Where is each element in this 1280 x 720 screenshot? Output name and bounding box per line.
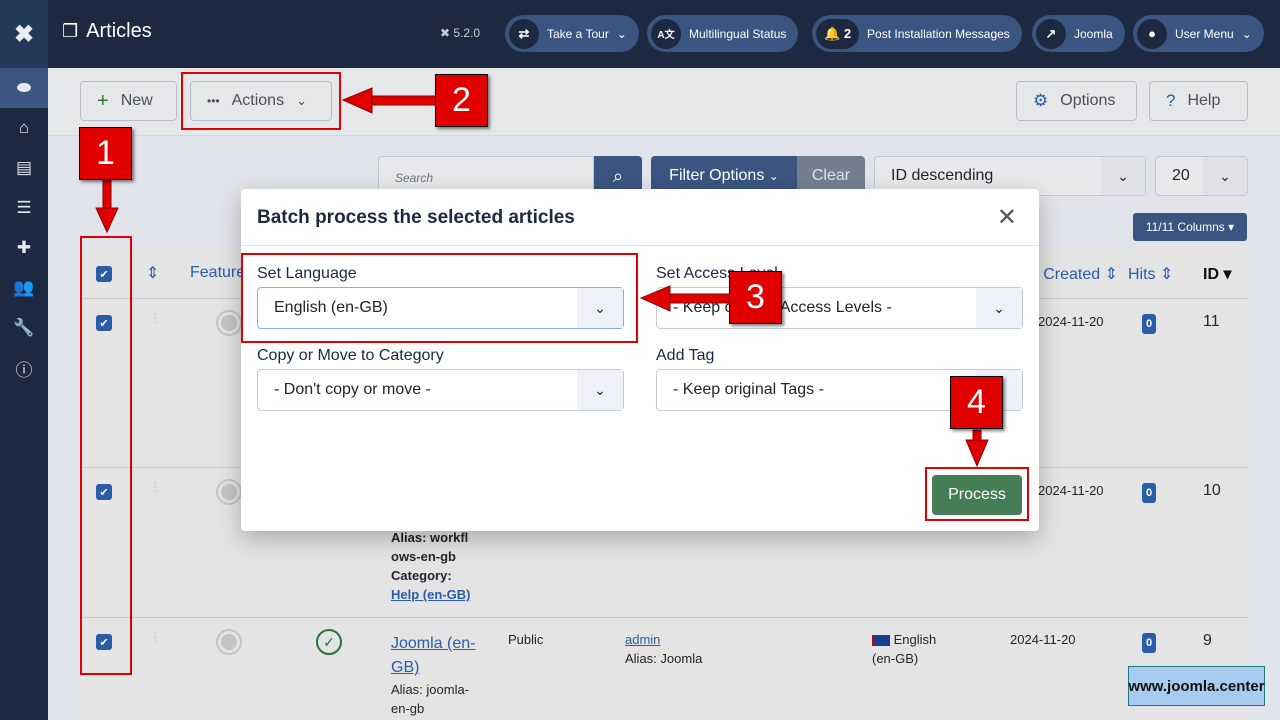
annotation-arrows [95,87,989,468]
annotation-number-4: 4 [950,376,1003,429]
annotation-number-3: 3 [729,271,782,324]
arrow-4-head [965,439,989,468]
arrow-2-head [341,87,373,114]
arrow-3-shaft [667,293,733,304]
arrow-1-head [95,207,119,234]
annotation-number-2: 2 [435,74,488,127]
annotation-number-1: 1 [79,127,132,180]
arrow-2-shaft [369,95,439,106]
arrow-1-shaft [102,179,112,211]
watermark: www.joomla.center [1128,666,1265,706]
arrow-3-head [639,285,671,312]
